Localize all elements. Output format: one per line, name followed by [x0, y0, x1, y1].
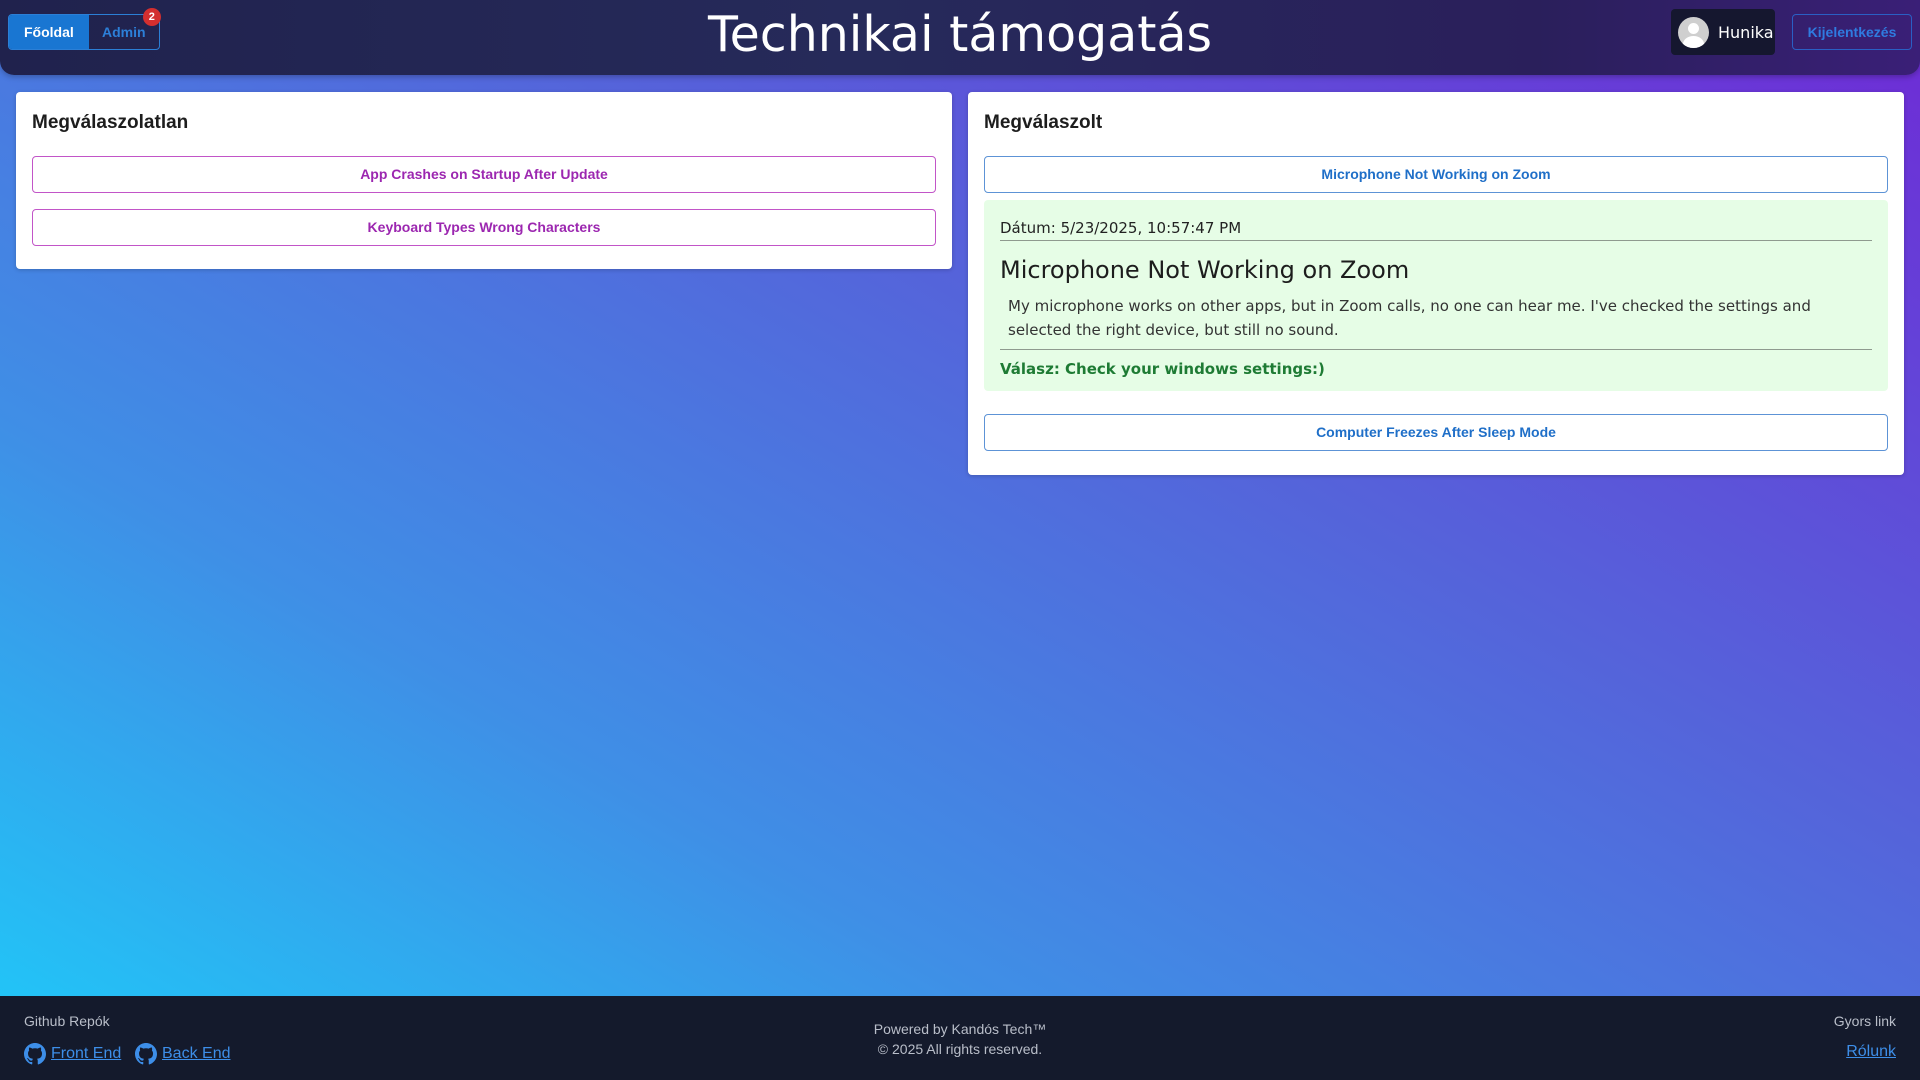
quick-link-heading: Gyors link [1833, 1013, 1896, 1029]
ticket-date: Dátum: 5/23/2025, 10:57:47 PM [1000, 219, 1242, 237]
unanswered-ticket-button[interactable]: App Crashes on Startup After Update [32, 156, 936, 193]
answered-ticket-button[interactable]: Microphone Not Working on Zoom [984, 156, 1888, 193]
logout-button[interactable]: Kijelentkezés [1792, 14, 1912, 50]
ticket-description: My microphone works on other apps, but i… [1008, 297, 1811, 339]
divider [1000, 349, 1872, 350]
footer-credits: Powered by Kandós Tech™ © 2025 All right… [0, 1019, 1920, 1059]
powered-by-text: Powered by Kandós Tech™ [873, 1021, 1047, 1037]
ticket-answer: Válasz: Check your windows settings:) [1000, 360, 1325, 378]
about-link[interactable]: Rólunk [1846, 1043, 1896, 1061]
divider [1000, 240, 1872, 241]
footer: Github Repók Front End Back End Powered … [0, 996, 1920, 1080]
user-name: Hunika [1718, 22, 1774, 42]
top-bar: Főoldal Admin 2 Technikai támogatás Huni… [0, 0, 1920, 75]
answered-title: Megválaszolt [984, 112, 1103, 133]
unanswered-panel: Megválaszolatlan App Crashes on Startup … [16, 92, 952, 269]
answered-panel: Megválaszolt Microphone Not Working on Z… [968, 92, 1904, 475]
ticket-title: Microphone Not Working on Zoom [1000, 256, 1410, 284]
page-title: Technikai támogatás [708, 6, 1212, 63]
avatar-icon [1678, 16, 1709, 48]
answered-ticket-button[interactable]: Computer Freezes After Sleep Mode [984, 414, 1888, 451]
ticket-detail: Dátum: 5/23/2025, 10:57:47 PM Microphone… [984, 200, 1888, 391]
unanswered-ticket-button[interactable]: Keyboard Types Wrong Characters [32, 209, 936, 246]
copyright-text: © 2025 All rights reserved. [877, 1041, 1043, 1057]
user-menu[interactable]: Hunika [1671, 9, 1775, 55]
unanswered-title: Megválaszolatlan [32, 112, 189, 133]
about-label: Rólunk [1846, 1043, 1896, 1060]
